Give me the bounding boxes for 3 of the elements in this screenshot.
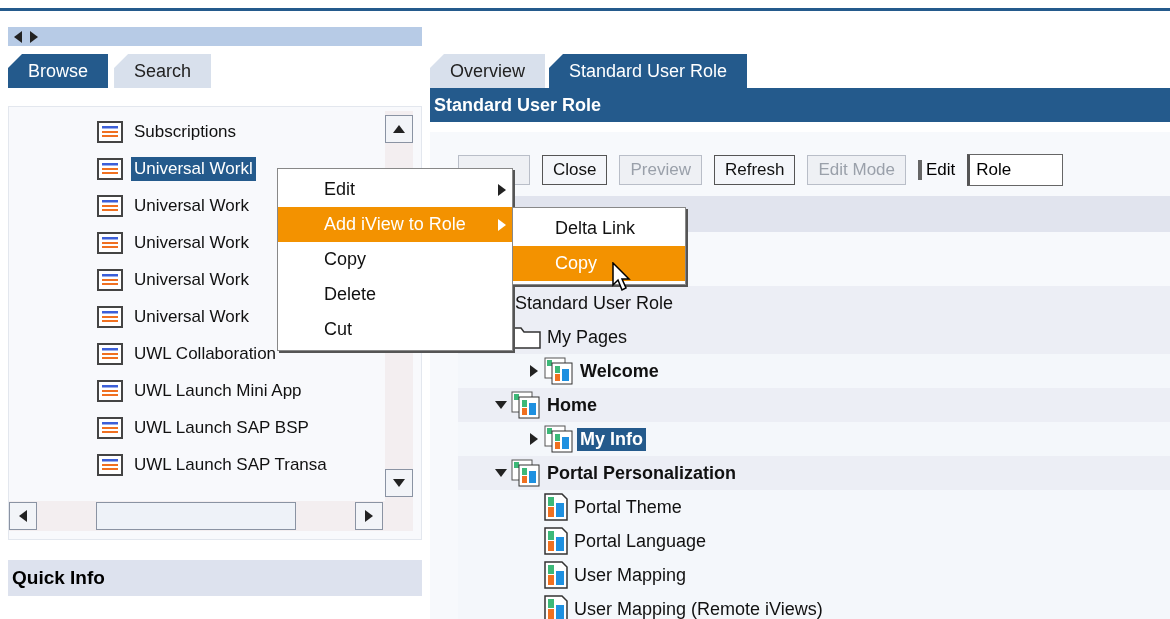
section-header: Quick Info [8, 560, 422, 596]
title-bar: Standard User Role [430, 88, 1170, 122]
edit-label: Edit [918, 160, 956, 180]
